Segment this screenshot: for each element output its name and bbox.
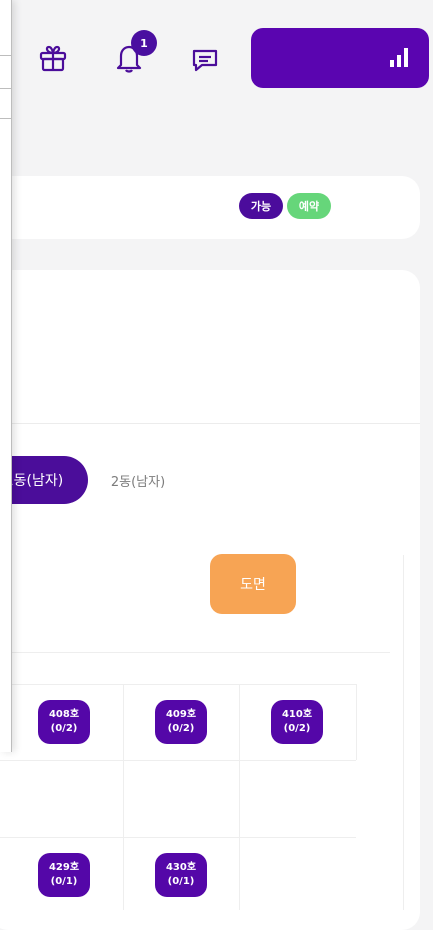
- room-number: 410호: [281, 709, 313, 720]
- room-cell-410[interactable]: 410호 (0/2): [271, 700, 323, 744]
- room-number: 408호: [48, 709, 80, 720]
- message-icon[interactable]: [188, 44, 222, 76]
- status-badge-reserved: 예약: [287, 193, 331, 219]
- room-occupancy: (0/2): [167, 723, 195, 734]
- room-cell-409[interactable]: 409호 (0/2): [155, 700, 207, 744]
- drawer-divider: [0, 118, 11, 119]
- room-number: 429호: [48, 862, 80, 873]
- room-cell-429[interactable]: 429호 (0/1): [38, 853, 90, 897]
- grid-line: [356, 684, 357, 760]
- room-occupancy: (0/2): [50, 723, 78, 734]
- room-occupancy: (0/1): [50, 876, 78, 887]
- grid-line: [123, 684, 124, 910]
- stats-button[interactable]: [251, 28, 429, 88]
- grid-line: [239, 684, 240, 910]
- room-cell-430[interactable]: 430호 (0/1): [155, 853, 207, 897]
- grid-line: [0, 760, 356, 761]
- floorplan-button[interactable]: 도면: [210, 554, 296, 614]
- room-number: 409호: [165, 709, 197, 720]
- bar-chart-icon: [389, 46, 409, 68]
- room-occupancy: (0/2): [283, 723, 311, 734]
- room-occupancy: (0/1): [167, 876, 195, 887]
- gift-icon[interactable]: [36, 41, 70, 75]
- side-drawer[interactable]: [0, 0, 12, 752]
- divider: [0, 423, 420, 424]
- room-cell-408[interactable]: 408호 (0/2): [38, 700, 90, 744]
- grid-line: [0, 652, 390, 653]
- room-number: 430호: [165, 862, 197, 873]
- tab-building-2[interactable]: 2동(남자): [98, 456, 178, 504]
- grid-line: [0, 684, 356, 685]
- grid-line: [403, 555, 404, 910]
- status-badge-available: 가능: [239, 193, 283, 219]
- legend-card: [0, 176, 420, 239]
- grid-line: [0, 837, 356, 838]
- tab-building-1[interactable]: 1동(남자): [0, 456, 88, 504]
- drawer-divider: [0, 88, 11, 89]
- drawer-divider: [0, 55, 11, 56]
- notification-badge: 1: [131, 30, 157, 56]
